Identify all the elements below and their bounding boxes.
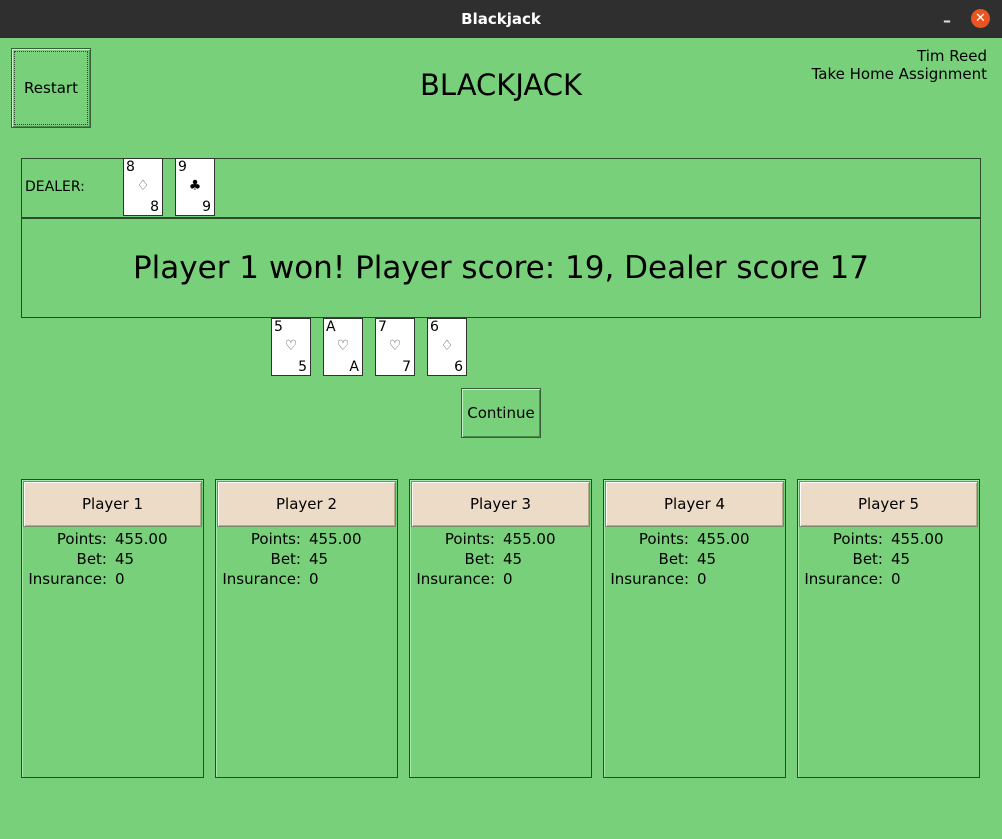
player-card: 7 ♡ 7 xyxy=(375,318,415,376)
points-value: 455.00 xyxy=(891,530,944,548)
insurance-label: Insurance: xyxy=(610,570,689,588)
points-label: Points: xyxy=(56,530,107,548)
bet-value: 45 xyxy=(309,550,329,568)
insurance-row: Insurance: 0 xyxy=(604,570,787,590)
card-suit-icon: ♡ xyxy=(336,338,350,354)
player-name-button[interactable]: Player 3 xyxy=(411,481,590,527)
insurance-row: Insurance: 0 xyxy=(22,570,205,590)
points-row: Points: 455.00 xyxy=(410,530,593,550)
bet-label: Bet: xyxy=(658,550,689,568)
insurance-value: 0 xyxy=(503,570,513,588)
bet-row: Bet: 45 xyxy=(604,550,787,570)
card-suit-icon: ♣ xyxy=(188,178,202,194)
insurance-label: Insurance: xyxy=(416,570,495,588)
result-message: Player 1 won! Player score: 19, Dealer s… xyxy=(21,218,981,318)
player-name-button[interactable]: Player 5 xyxy=(799,481,978,527)
insurance-label: Insurance: xyxy=(804,570,883,588)
bet-label: Bet: xyxy=(464,550,495,568)
window-titlebar: Blackjack – ✕ xyxy=(0,0,1002,38)
window-title: Blackjack xyxy=(461,10,541,28)
insurance-label: Insurance: xyxy=(28,570,107,588)
close-icon[interactable]: ✕ xyxy=(971,9,990,28)
author-subtitle: Take Home Assignment xyxy=(811,65,987,83)
dealer-card: 9 ♣ 9 xyxy=(175,158,215,216)
card-rank: 6 xyxy=(454,359,463,375)
bet-row: Bet: 45 xyxy=(798,550,981,570)
bet-row: Bet: 45 xyxy=(410,550,593,570)
bet-value: 45 xyxy=(891,550,911,568)
bet-row: Bet: 45 xyxy=(216,550,399,570)
points-value: 455.00 xyxy=(503,530,556,548)
bet-row: Bet: 45 xyxy=(22,550,205,570)
dealer-card: 8 ♢ 8 xyxy=(123,158,163,216)
author-name: Tim Reed xyxy=(917,47,987,65)
card-rank: 5 xyxy=(274,319,283,335)
card-rank: A xyxy=(349,359,359,375)
card-rank: 9 xyxy=(202,199,211,215)
insurance-value: 0 xyxy=(697,570,707,588)
player-card: 5 ♡ 5 xyxy=(271,318,311,376)
points-row: Points: 455.00 xyxy=(22,530,205,550)
insurance-row: Insurance: 0 xyxy=(798,570,981,590)
card-rank: 9 xyxy=(178,159,187,175)
player-card: 6 ♢ 6 xyxy=(427,318,467,376)
player-panel: Player 1 Points: 455.00 Bet: 45 Insurance:… xyxy=(21,479,204,778)
points-label: Points: xyxy=(250,530,301,548)
points-value: 455.00 xyxy=(309,530,362,548)
insurance-row: Insurance: 0 xyxy=(410,570,593,590)
points-label: Points: xyxy=(444,530,495,548)
result-text: Player 1 won! Player score: 19, Dealer s… xyxy=(132,250,870,286)
points-row: Points: 455.00 xyxy=(798,530,981,550)
card-suit-icon: ♢ xyxy=(440,338,454,354)
dealer-label: DEALER: xyxy=(25,179,85,195)
player-name-button[interactable]: Player 2 xyxy=(217,481,396,527)
card-suit-icon: ♢ xyxy=(136,178,150,194)
player-panel: Player 3 Points: 455.00 Bet: 45 Insurance:… xyxy=(409,479,592,778)
player-panel: Player 4 Points: 455.00 Bet: 45 Insurance:… xyxy=(603,479,786,778)
bet-value: 45 xyxy=(115,550,135,568)
insurance-value: 0 xyxy=(891,570,901,588)
card-rank: A xyxy=(326,319,336,335)
insurance-row: Insurance: 0 xyxy=(216,570,399,590)
card-rank: 8 xyxy=(150,199,159,215)
card-rank: 7 xyxy=(378,319,387,335)
card-rank: 5 xyxy=(298,359,307,375)
player-card: A ♡ A xyxy=(323,318,363,376)
bet-value: 45 xyxy=(503,550,523,568)
player-name-button[interactable]: Player 1 xyxy=(23,481,202,527)
player-name-button[interactable]: Player 4 xyxy=(605,481,784,527)
insurance-value: 0 xyxy=(115,570,125,588)
bet-value: 45 xyxy=(697,550,717,568)
author-info: Tim Reed Take Home Assignment xyxy=(812,47,987,83)
points-row: Points: 455.00 xyxy=(604,530,787,550)
points-label: Points: xyxy=(638,530,689,548)
dealer-row: DEALER: xyxy=(21,158,981,218)
bet-label: Bet: xyxy=(270,550,301,568)
card-suit-icon: ♡ xyxy=(388,338,402,354)
points-label: Points: xyxy=(832,530,883,548)
bet-label: Bet: xyxy=(852,550,883,568)
card-suit-icon: ♡ xyxy=(284,338,298,354)
card-rank: 6 xyxy=(430,319,439,335)
points-value: 455.00 xyxy=(115,530,168,548)
continue-button[interactable]: Continue xyxy=(461,388,541,438)
player-panel: Player 2 Points: 455.00 Bet: 45 Insurance:… xyxy=(215,479,398,778)
minimize-icon[interactable]: – xyxy=(937,10,957,30)
card-rank: 7 xyxy=(402,359,411,375)
points-value: 455.00 xyxy=(697,530,750,548)
points-row: Points: 455.00 xyxy=(216,530,399,550)
bet-label: Bet: xyxy=(76,550,107,568)
card-rank: 8 xyxy=(126,159,135,175)
insurance-value: 0 xyxy=(309,570,319,588)
insurance-label: Insurance: xyxy=(222,570,301,588)
player-panel: Player 5 Points: 455.00 Bet: 45 Insurance:… xyxy=(797,479,980,778)
